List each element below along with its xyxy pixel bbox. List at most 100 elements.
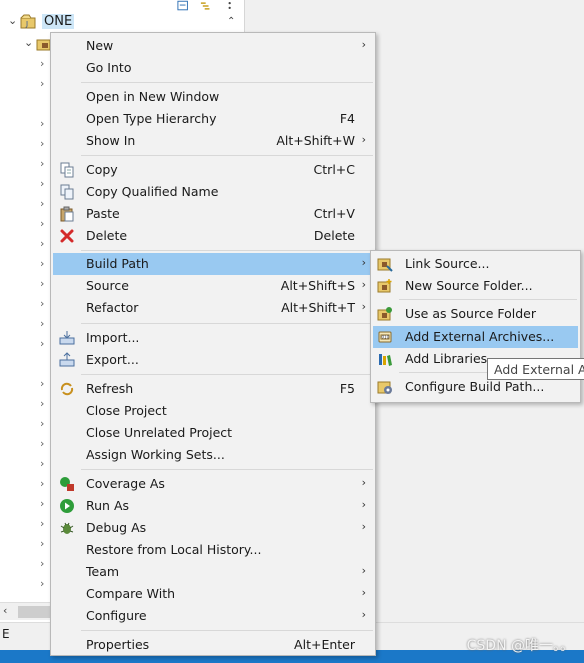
- menu-item-export[interactable]: Export...: [53, 349, 373, 371]
- menu-item-restore-from-local-history[interactable]: Restore from Local History...: [53, 539, 373, 561]
- tree-chevron-icon[interactable]: ›: [40, 277, 44, 290]
- menu-item-refactor[interactable]: Refactor Alt+Shift+T ›: [53, 297, 373, 319]
- debug-icon: [60, 522, 74, 534]
- menu-item-coverage-as[interactable]: Coverage As ›: [53, 473, 373, 495]
- menu-item-shortcut: Ctrl+C: [313, 162, 355, 177]
- tree-chevron-icon[interactable]: ›: [40, 537, 44, 550]
- menu-item-label: Open in New Window: [86, 89, 220, 104]
- submenu-arrow-icon: ›: [361, 498, 366, 511]
- export-icon: [59, 352, 75, 367]
- submenu-item-link-source[interactable]: Link Source...: [373, 253, 578, 275]
- menu-item-import[interactable]: Import...: [53, 327, 373, 349]
- tree-chevron-icon[interactable]: ›: [40, 57, 44, 70]
- menu-item-open-in-new-window[interactable]: Open in New Window: [53, 86, 373, 108]
- tree-chevron-icon[interactable]: ›: [40, 77, 44, 90]
- menu-item-go-into[interactable]: Go Into: [53, 57, 373, 79]
- collapse-all-icon[interactable]: [176, 0, 189, 12]
- menu-item-refresh[interactable]: Refresh F5: [53, 378, 373, 400]
- tree-chevron-icon[interactable]: ›: [40, 557, 44, 570]
- submenu-item-new-source-folder[interactable]: New Source Folder...: [373, 275, 578, 297]
- menu-separator: [81, 250, 373, 251]
- menu-item-paste[interactable]: Paste Ctrl+V: [53, 203, 373, 225]
- menu-item-show-in[interactable]: Show In Alt+Shift+W ›: [53, 130, 373, 152]
- tree-chevron-icon[interactable]: ›: [40, 377, 44, 390]
- menu-separator: [81, 82, 373, 83]
- menu-item-shortcut: Delete: [313, 228, 355, 243]
- paste-icon: [60, 206, 74, 222]
- menu-item-shortcut: Alt+Shift+W: [276, 133, 355, 148]
- submenu-item-label: Configure Build Path...: [405, 379, 545, 394]
- chevron-up-icon[interactable]: ⌃: [227, 16, 235, 27]
- project-name[interactable]: ONE: [42, 14, 75, 29]
- run-icon: [60, 499, 74, 513]
- menu-item-assign-working-sets[interactable]: Assign Working Sets...: [53, 444, 373, 466]
- tree-chevron-icon[interactable]: ›: [40, 117, 44, 130]
- project-expand-chevron-icon[interactable]: ⌄: [8, 15, 18, 26]
- view-menu-icon[interactable]: [223, 0, 236, 12]
- menu-item-close-project[interactable]: Close Project: [53, 400, 373, 422]
- copy-qualified-icon: [60, 184, 74, 200]
- tree-chevron-icon[interactable]: ›: [40, 317, 44, 330]
- menu-item-copy-qualified-name[interactable]: Copy Qualified Name: [53, 181, 373, 203]
- menu-item-configure[interactable]: Configure ›: [53, 605, 373, 627]
- delete-icon: [60, 229, 74, 243]
- submenu-arrow-icon: ›: [361, 133, 366, 146]
- menu-item-shortcut: Alt+Enter: [294, 637, 355, 652]
- tree-chevron-icon[interactable]: ›: [40, 197, 44, 210]
- menu-item-close-unrelated-project[interactable]: Close Unrelated Project: [53, 422, 373, 444]
- tree-chevron-icon[interactable]: ›: [40, 417, 44, 430]
- tree-chevron-icon[interactable]: ›: [40, 437, 44, 450]
- menu-separator: [399, 299, 577, 300]
- tree-chevron-icon[interactable]: ›: [40, 337, 44, 350]
- scroll-left-icon[interactable]: ‹: [3, 604, 7, 617]
- menu-item-compare-with[interactable]: Compare With ›: [53, 583, 373, 605]
- coverage-icon: [60, 477, 74, 491]
- tree-chevron-icon[interactable]: ›: [40, 457, 44, 470]
- java-project-icon: J: [20, 14, 36, 29]
- link-source-icon: [377, 258, 393, 272]
- submenu-arrow-icon: ›: [361, 586, 366, 599]
- tree-chevron-icon[interactable]: ›: [40, 497, 44, 510]
- submenu-item-add-external-archives[interactable]: 010 Add External Archives...: [373, 326, 578, 348]
- tree-chevron-icon[interactable]: ›: [40, 157, 44, 170]
- menu-separator: [81, 374, 373, 375]
- menu-item-new[interactable]: New ›: [53, 35, 373, 57]
- menu-item-shortcut: Alt+Shift+T: [281, 300, 355, 315]
- tree-chevron-icon[interactable]: ›: [40, 257, 44, 270]
- menu-item-delete[interactable]: Delete Delete: [53, 225, 373, 247]
- menu-item-source[interactable]: Source Alt+Shift+S ›: [53, 275, 373, 297]
- menu-item-build-path[interactable]: Build Path ›: [53, 253, 373, 275]
- submenu-item-use-as-source-folder[interactable]: Use as Source Folder: [373, 303, 578, 325]
- tree-chevron-icon[interactable]: ›: [40, 137, 44, 150]
- submenu-arrow-icon: ›: [361, 608, 366, 621]
- tree-chevron-icon[interactable]: ›: [40, 577, 44, 590]
- tree-chevron-icon[interactable]: ›: [40, 217, 44, 230]
- submenu-item-label: Use as Source Folder: [405, 306, 537, 321]
- menu-item-properties[interactable]: Properties Alt+Enter: [53, 634, 373, 656]
- scrollbar-thumb[interactable]: [18, 606, 50, 618]
- menu-item-label: New: [86, 38, 114, 53]
- tree-chevron-icon[interactable]: ›: [40, 517, 44, 530]
- menu-item-label: Debug As: [86, 520, 147, 535]
- menu-item-team[interactable]: Team ›: [53, 561, 373, 583]
- menu-item-label: Open Type Hierarchy: [86, 111, 217, 126]
- tree-chevron-icon[interactable]: ›: [40, 397, 44, 410]
- import-icon: [59, 331, 75, 345]
- menu-item-label: Export...: [86, 352, 139, 367]
- menu-item-debug-as[interactable]: Debug As ›: [53, 517, 373, 539]
- link-with-editor-icon[interactable]: [199, 0, 212, 12]
- menu-separator: [81, 155, 373, 156]
- refresh-icon: [60, 382, 74, 396]
- context-menu: New › Go Into Open in New Window Open Ty…: [50, 32, 376, 656]
- tree-chevron-icon[interactable]: ›: [40, 297, 44, 310]
- tree-chevron-icon[interactable]: ›: [40, 477, 44, 490]
- tree-chevron-icon[interactable]: ›: [40, 177, 44, 190]
- menu-item-copy[interactable]: Copy Ctrl+C: [53, 159, 373, 181]
- menu-item-run-as[interactable]: Run As ›: [53, 495, 373, 517]
- menu-item-open-type-hierarchy[interactable]: Open Type Hierarchy F4: [53, 108, 373, 130]
- menu-item-label: Restore from Local History...: [86, 542, 262, 557]
- explorer-toolbar: [176, 0, 236, 12]
- tree-chevron-icon[interactable]: ›: [40, 237, 44, 250]
- menu-item-label: Go Into: [86, 60, 132, 75]
- folder-expand-chevron-icon[interactable]: ⌄: [24, 37, 34, 48]
